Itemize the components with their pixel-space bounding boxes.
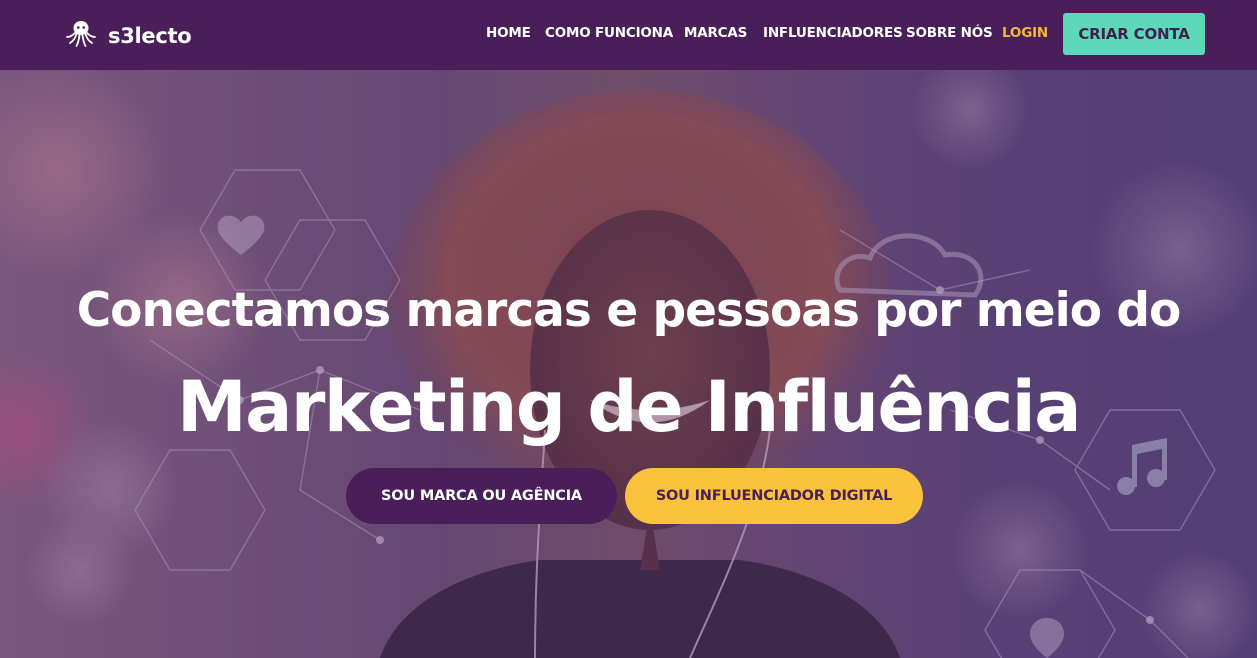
create-account-button[interactable]: CRIAR CONTA (1063, 13, 1205, 55)
nav-como-funciona[interactable]: COMO FUNCIONA (545, 25, 673, 41)
brand-logo[interactable]: s3lecto (66, 18, 192, 53)
nav-sobre-nos[interactable]: SOBRE NÓS (906, 25, 993, 41)
nav-marcas[interactable]: MARCAS (684, 25, 747, 41)
influencer-button[interactable]: SOU INFLUENCIADOR DIGITAL (625, 468, 923, 524)
hero-overlay (0, 70, 1257, 658)
nav-home[interactable]: HOME (486, 25, 531, 41)
nav-influenciadores[interactable]: INFLUENCIADORES (763, 25, 903, 41)
login-link[interactable]: LOGIN (1002, 25, 1048, 41)
octopus-icon (66, 18, 96, 53)
hero-section: Conectamos marcas e pessoas por meio do … (0, 70, 1257, 658)
hero-title-line1: Conectamos marcas e pessoas por meio do (76, 283, 1182, 338)
top-navbar: s3lecto HOME COMO FUNCIONA MARCAS INFLUE… (0, 0, 1257, 70)
hero-title-line2: Marketing de Influência (177, 366, 1081, 448)
brand-agency-button[interactable]: SOU MARCA OU AGÊNCIA (346, 468, 617, 524)
brand-name: s3lecto (108, 23, 192, 48)
